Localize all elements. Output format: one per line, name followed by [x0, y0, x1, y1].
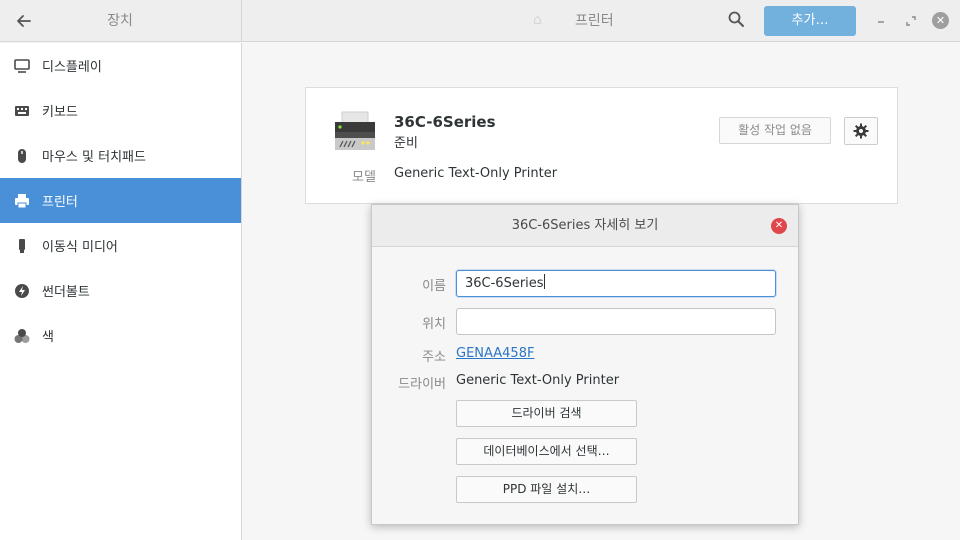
page-title: 프린터: [575, 13, 614, 29]
keyboard-icon: [14, 103, 30, 119]
maximize-icon: [906, 16, 916, 26]
search-icon: [728, 11, 744, 27]
sidebar-item-label: 썬더볼트: [42, 285, 90, 300]
install-ppd-button[interactable]: PPD 파일 설치…: [456, 476, 637, 503]
name-label: 이름: [422, 279, 446, 294]
minimize-button[interactable]: [872, 12, 890, 30]
address-label: 주소: [422, 350, 446, 365]
mouse-icon: [14, 148, 30, 164]
close-icon: ✕: [774, 220, 784, 231]
back-arrow-icon: [17, 15, 31, 27]
add-printer-button[interactable]: 추가…: [764, 6, 856, 36]
removable-media-icon: [14, 238, 30, 254]
gear-icon: [853, 123, 869, 139]
back-button[interactable]: [10, 8, 38, 34]
printer-image-icon: [334, 110, 376, 152]
sidebar-item-mouse[interactable]: 마우스 및 터치패드: [0, 133, 241, 178]
printer-settings-button[interactable]: [844, 117, 878, 145]
printer-card: 36C-6Series 준비 활성 작업 없음 모델 Generic Text-…: [305, 87, 898, 204]
search-driver-button[interactable]: 드라이버 검색: [456, 400, 637, 427]
model-value: Generic Text-Only Printer: [394, 166, 558, 181]
header-bar: 장치 ⌂ 프린터 추가… ✕: [0, 0, 960, 42]
printer-name: 36C-6Series: [394, 113, 496, 131]
thunderbolt-icon: [14, 283, 30, 299]
jobs-button[interactable]: 활성 작업 없음: [719, 117, 831, 144]
driver-value: Generic Text-Only Printer: [456, 373, 620, 388]
printer-icon: [14, 193, 30, 209]
driver-label: 드라이버: [398, 377, 446, 392]
sidebar-item-keyboard[interactable]: 키보드: [0, 88, 241, 133]
display-icon: [14, 58, 30, 74]
close-window-button[interactable]: ✕: [932, 12, 949, 29]
sidebar-item-thunderbolt[interactable]: 썬더볼트: [0, 268, 241, 313]
select-from-database-button[interactable]: 데이터베이스에서 선택…: [456, 438, 637, 465]
sidebar-item-label: 키보드: [42, 105, 78, 120]
sidebar-item-label: 프린터: [42, 195, 78, 210]
color-icon: [14, 328, 30, 344]
sidebar-item-label: 마우스 및 터치패드: [42, 150, 146, 165]
sidebar-item-printers[interactable]: 프린터: [0, 178, 241, 223]
sidebar-item-removable-media[interactable]: 이동식 미디어: [0, 223, 241, 268]
location-field[interactable]: [456, 308, 776, 335]
sidebar-item-display[interactable]: 디스플레이: [0, 43, 241, 88]
name-field-value: 36C-6Series: [465, 276, 544, 291]
sidebar-item-color[interactable]: 색: [0, 313, 241, 358]
header-divider: [241, 0, 242, 42]
home-icon[interactable]: ⌂: [533, 12, 542, 28]
name-field[interactable]: 36C-6Series: [456, 270, 776, 297]
dialog-title: 36C-6Series 자세히 보기: [511, 218, 659, 233]
close-icon: ✕: [935, 14, 946, 27]
printer-status: 준비: [394, 136, 418, 151]
minimize-icon: [878, 21, 884, 23]
dialog-close-button[interactable]: ✕: [771, 218, 787, 234]
sidebar-item-label: 색: [42, 330, 54, 345]
sidebar-title: 장치: [107, 13, 133, 29]
sidebar-item-label: 이동식 미디어: [42, 240, 118, 255]
printer-details-dialog: 36C-6Series 자세히 보기 ✕ 이름 36C-6Series 위치 주…: [371, 204, 799, 525]
sidebar: 디스플레이 키보드 마우스 및 터치패드 프린터 이동식 미디어 썬더볼트 색: [0, 43, 242, 540]
location-label: 위치: [422, 317, 446, 332]
maximize-button[interactable]: [902, 12, 920, 30]
address-link[interactable]: GENAA458F: [456, 346, 534, 361]
sidebar-item-label: 디스플레이: [42, 60, 102, 75]
text-cursor: [543, 274, 545, 289]
dialog-header: 36C-6Series 자세히 보기 ✕: [372, 205, 798, 247]
search-button[interactable]: [727, 10, 753, 32]
model-label: 모델: [352, 170, 376, 185]
